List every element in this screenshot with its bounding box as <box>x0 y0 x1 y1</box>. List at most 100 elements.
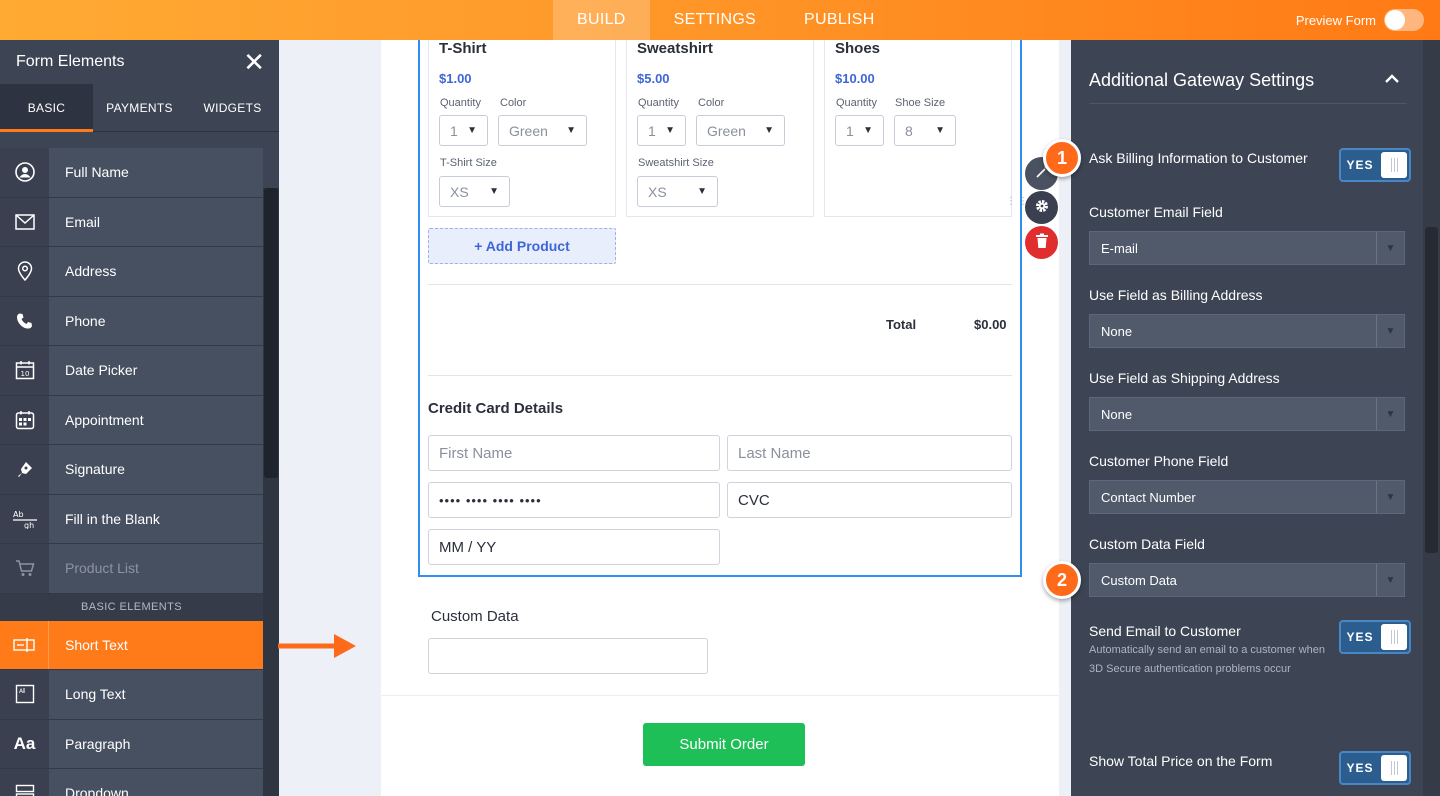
element-label: Appointment <box>65 411 144 428</box>
scrollbar-thumb[interactable] <box>1425 227 1438 553</box>
panel-scrollbar[interactable] <box>1423 40 1440 796</box>
element-label: Short Text <box>65 636 128 653</box>
shipping-address-label: Use Field as Shipping Address <box>1089 370 1280 386</box>
ask-billing-toggle[interactable]: YES <box>1339 148 1411 182</box>
color-label: Color <box>500 97 527 109</box>
panel-scrollbar[interactable] <box>263 188 279 796</box>
element-date-picker[interactable]: 10 Date Picker <box>0 346 263 396</box>
custom-data-input[interactable] <box>428 638 708 674</box>
form-elements-panel: Form Elements ✕ BASIC PAYMENTS WIDGETS F… <box>0 40 279 796</box>
chevron-down-icon: ▼ <box>665 125 675 136</box>
credit-card-title: Credit Card Details <box>428 400 564 417</box>
drag-handle-icon[interactable]: ⋮⋮ <box>1006 197 1028 219</box>
send-email-label: Send Email to Customer <box>1089 623 1241 639</box>
billing-address-select[interactable]: None ▼ <box>1089 314 1405 348</box>
billing-address-label: Use Field as Billing Address <box>1089 287 1263 303</box>
element-dropdown[interactable]: Dropdown <box>0 769 263 796</box>
tab-publish[interactable]: PUBLISH <box>780 0 899 40</box>
product-price: $1.00 <box>439 71 472 86</box>
size-select[interactable]: XS ▼ <box>439 176 510 207</box>
toggle-text: YES <box>1346 158 1374 172</box>
short-text-icon <box>0 620 49 669</box>
svg-text:A: A <box>19 688 24 695</box>
step-badge-1: 1 <box>1043 139 1081 177</box>
product-card-sweatshirt[interactable]: Sweatshirt $5.00 Quantity Color 1 ▼ Green… <box>626 40 814 217</box>
quantity-select[interactable]: 1 ▼ <box>439 115 488 146</box>
color-label: Color <box>698 97 725 109</box>
product-card-shoes[interactable]: Shoes $10.00 Quantity Shoe Size 1 ▼ 8 ▼ <box>824 40 1012 217</box>
element-paragraph[interactable]: Aa Paragraph <box>0 719 263 769</box>
user-circle-icon <box>0 148 49 197</box>
preview-form-toggle[interactable] <box>1384 9 1424 31</box>
select-value: Custom Data <box>1101 572 1177 588</box>
tab-payments[interactable]: PAYMENTS <box>93 84 186 131</box>
long-text-icon: A <box>0 670 49 719</box>
add-product-button[interactable]: + Add Product <box>428 228 616 264</box>
product-card-tshirt[interactable]: T-Shirt $1.00 Quantity Color 1 ▼ Green ▼ T… <box>428 40 616 217</box>
color-select[interactable]: Green ▼ <box>498 115 587 146</box>
element-signature[interactable]: Signature <box>0 445 263 495</box>
toggle-knob <box>1381 152 1407 178</box>
color-select[interactable]: Green ▼ <box>696 115 785 146</box>
toggle-text: YES <box>1346 630 1374 644</box>
customer-phone-select[interactable]: Contact Number ▼ <box>1089 480 1405 514</box>
element-long-text[interactable]: A Long Text <box>0 670 263 720</box>
element-short-text[interactable]: Short Text <box>0 620 263 670</box>
quantity-label: Quantity <box>440 97 481 109</box>
send-email-toggle[interactable]: YES <box>1339 620 1411 654</box>
element-label: Dropdown <box>65 785 129 796</box>
expiry-input[interactable]: MM / YY <box>428 529 720 565</box>
quantity-select[interactable]: 1 ▼ <box>835 115 884 146</box>
cvc-input[interactable]: CVC <box>727 482 1012 518</box>
card-number-input[interactable]: •••• •••• •••• •••• <box>428 482 720 518</box>
tab-settings[interactable]: SETTINGS <box>650 0 780 40</box>
shoe-size-select[interactable]: 8 ▼ <box>894 115 956 146</box>
toggle-knob <box>1381 624 1407 650</box>
send-email-description: Automatically send an email to a custome… <box>1089 644 1326 675</box>
first-name-input[interactable]: First Name <box>428 435 720 471</box>
select-value: None <box>1101 323 1133 339</box>
step-badge-2: 2 <box>1043 561 1081 599</box>
element-phone[interactable]: Phone <box>0 296 263 346</box>
size-select[interactable]: XS ▼ <box>637 176 718 207</box>
tab-basic[interactable]: BASIC <box>0 84 93 132</box>
product-name: T-Shirt <box>439 40 487 57</box>
total-value: $0.00 <box>974 317 1007 332</box>
close-icon[interactable]: ✕ <box>243 49 265 75</box>
tab-widgets[interactable]: WIDGETS <box>186 84 279 131</box>
element-full-name[interactable]: Full Name <box>0 148 263 198</box>
delete-button[interactable] <box>1025 226 1058 259</box>
chevron-down-icon: ▼ <box>863 125 873 136</box>
scrollbar-thumb[interactable] <box>264 188 278 478</box>
trash-icon <box>1035 233 1049 253</box>
element-label: Email <box>65 213 101 230</box>
element-address[interactable]: Address <box>0 247 263 297</box>
submit-order-button[interactable]: Submit Order <box>643 723 805 766</box>
element-email[interactable]: Email <box>0 197 263 247</box>
element-fill-in-the-blank[interactable]: Ab gh Fill in the Blank <box>0 494 263 544</box>
quantity-label: Quantity <box>836 97 877 109</box>
tab-build[interactable]: BUILD <box>553 0 650 40</box>
chevron-down-icon: ▼ <box>1376 398 1404 430</box>
chevron-up-icon[interactable] <box>1385 70 1399 88</box>
cart-icon <box>0 544 49 593</box>
shipping-address-select[interactable]: None ▼ <box>1089 397 1405 431</box>
element-list: Full Name Email Address Phone 10 Date Pi… <box>0 148 263 796</box>
panel-title: Form Elements <box>16 53 125 70</box>
select-value: XS <box>648 183 667 200</box>
divider <box>428 375 1012 376</box>
chevron-down-icon: ▼ <box>935 125 945 136</box>
toggle-text: YES <box>1346 761 1374 775</box>
custom-data-field-select[interactable]: Custom Data ▼ <box>1089 563 1405 597</box>
select-value: Contact Number <box>1101 489 1196 505</box>
show-total-toggle[interactable]: YES <box>1339 751 1411 785</box>
svg-text:10: 10 <box>20 370 29 378</box>
customer-email-select[interactable]: E-mail ▼ <box>1089 231 1405 265</box>
custom-data-label: Custom Data <box>431 608 519 625</box>
last-name-input[interactable]: Last Name <box>727 435 1012 471</box>
quantity-select[interactable]: 1 ▼ <box>637 115 686 146</box>
calendar-icon: 10 <box>0 346 49 395</box>
element-appointment[interactable]: Appointment <box>0 395 263 445</box>
element-product-list[interactable]: Product List <box>0 544 263 594</box>
custom-data-field-label: Custom Data Field <box>1089 536 1205 552</box>
